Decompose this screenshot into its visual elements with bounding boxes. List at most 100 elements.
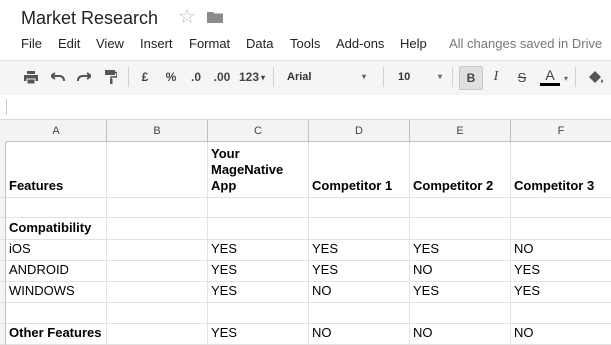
toolbar-separator [575, 67, 576, 87]
cell-b3[interactable] [107, 218, 208, 240]
cell-a7[interactable] [6, 303, 107, 324]
menu-insert[interactable]: Insert [140, 36, 173, 51]
fill-color-button[interactable] [584, 66, 608, 88]
column-header-a[interactable]: A [6, 120, 107, 142]
cell-a6[interactable]: WINDOWS [6, 282, 107, 303]
document-title[interactable]: Market Research [21, 8, 158, 29]
menu-tools[interactable]: Tools [290, 36, 320, 51]
cell-c3[interactable] [208, 218, 309, 240]
cell-d3[interactable] [309, 218, 410, 240]
cell-b1[interactable] [107, 142, 208, 198]
cell-c8[interactable]: YES [208, 324, 309, 345]
cell-f3[interactable] [511, 218, 611, 240]
menu-addons[interactable]: Add-ons [336, 36, 384, 51]
cell-e4[interactable]: YES [410, 240, 511, 261]
font-family-select[interactable]: Arial ▾ [287, 66, 367, 88]
cell-e6[interactable]: YES [410, 282, 511, 303]
text-color-swatch [540, 83, 560, 86]
column-header-f[interactable]: F [511, 120, 611, 142]
strikethrough-button[interactable]: S [512, 66, 532, 88]
menu-edit[interactable]: Edit [58, 36, 80, 51]
more-formats-button[interactable]: 123 ▾ [236, 66, 268, 88]
menu-view[interactable]: View [96, 36, 124, 51]
cell-e7[interactable] [410, 303, 511, 324]
cell-b2[interactable] [107, 198, 208, 218]
undo-button[interactable] [47, 66, 69, 88]
cell-b8[interactable] [107, 324, 208, 345]
bold-button[interactable]: B [459, 66, 483, 90]
currency-format-button[interactable]: £ [136, 66, 154, 88]
cell-e3[interactable] [410, 218, 511, 240]
print-icon [24, 70, 38, 84]
column-header-d[interactable]: D [309, 120, 410, 142]
column-header-e[interactable]: E [410, 120, 511, 142]
column-header-b[interactable]: B [107, 120, 208, 142]
cell-f5[interactable]: YES [511, 261, 611, 282]
cell-b7[interactable] [107, 303, 208, 324]
formula-bar-divider [6, 99, 7, 115]
cell-f7[interactable] [511, 303, 611, 324]
cell-e2[interactable] [410, 198, 511, 218]
cell-a5[interactable]: ANDROID [6, 261, 107, 282]
menu-help[interactable]: Help [400, 36, 427, 51]
cell-d2[interactable] [309, 198, 410, 218]
cell-a3[interactable]: Compatibility [6, 218, 107, 240]
cell-f2[interactable] [511, 198, 611, 218]
cell-b6[interactable] [107, 282, 208, 303]
column-header-c[interactable]: C [208, 120, 309, 142]
font-size-select[interactable]: 10 ▾ [398, 66, 444, 88]
cell-f8[interactable]: NO [511, 324, 611, 345]
toolbar-separator [273, 67, 274, 87]
chevron-down-icon[interactable]: ▾ [564, 74, 568, 83]
cell-d5[interactable]: YES [309, 261, 410, 282]
cell-e8[interactable]: NO [410, 324, 511, 345]
increase-decimal-button[interactable]: .00 [211, 66, 233, 88]
percent-format-button[interactable]: % [161, 66, 181, 88]
menu-file[interactable]: File [21, 36, 42, 51]
cell-a1[interactable]: Features [6, 142, 107, 198]
cell-d6[interactable]: NO [309, 282, 410, 303]
save-status: All changes saved in Drive [449, 36, 603, 51]
toolbar-separator [128, 67, 129, 87]
cell-f1[interactable]: Competitor 3 [511, 142, 611, 198]
cell-b5[interactable] [107, 261, 208, 282]
cell-a2[interactable] [6, 198, 107, 218]
print-button[interactable] [20, 66, 42, 88]
star-icon[interactable]: ☆ [178, 7, 196, 27]
cell-d1[interactable]: Competitor 1 [309, 142, 410, 198]
cell-c4[interactable]: YES [208, 240, 309, 261]
menu-data[interactable]: Data [246, 36, 273, 51]
font-size-value: 10 [398, 71, 411, 83]
decrease-decimal-label: .0 [190, 70, 201, 84]
text-color-button[interactable]: A [537, 66, 563, 88]
cell-e1[interactable]: Competitor 2 [410, 142, 511, 198]
paint-bucket-icon [589, 71, 603, 83]
cell-c5[interactable]: YES [208, 261, 309, 282]
toolbar-separator [452, 67, 453, 87]
more-formats-label: 123 [238, 70, 259, 84]
cell-c2[interactable] [208, 198, 309, 218]
chevron-down-icon: ▾ [362, 72, 367, 81]
cell-c7[interactable] [208, 303, 309, 324]
cell-d4[interactable]: YES [309, 240, 410, 261]
cell-f4[interactable]: NO [511, 240, 611, 261]
folder-icon[interactable] [207, 11, 223, 23]
undo-icon [51, 72, 65, 82]
cell-e5[interactable]: NO [410, 261, 511, 282]
cell-c6[interactable]: YES [208, 282, 309, 303]
paint-format-icon [105, 70, 117, 84]
decrease-decimal-button[interactable]: .0 [186, 66, 206, 88]
formula-bar[interactable] [0, 95, 611, 120]
paint-format-button[interactable] [100, 66, 122, 88]
increase-decimal-label: .00 [213, 70, 231, 84]
menu-format[interactable]: Format [189, 36, 230, 51]
italic-button[interactable]: I [486, 66, 506, 88]
cell-f6[interactable]: YES [511, 282, 611, 303]
cell-d8[interactable]: NO [309, 324, 410, 345]
cell-a4[interactable]: iOS [6, 240, 107, 261]
cell-d7[interactable] [309, 303, 410, 324]
cell-a8[interactable]: Other Features [6, 324, 107, 345]
redo-button[interactable] [73, 66, 95, 88]
cell-b4[interactable] [107, 240, 208, 261]
cell-c1[interactable]: Your MageNative App [208, 142, 309, 198]
